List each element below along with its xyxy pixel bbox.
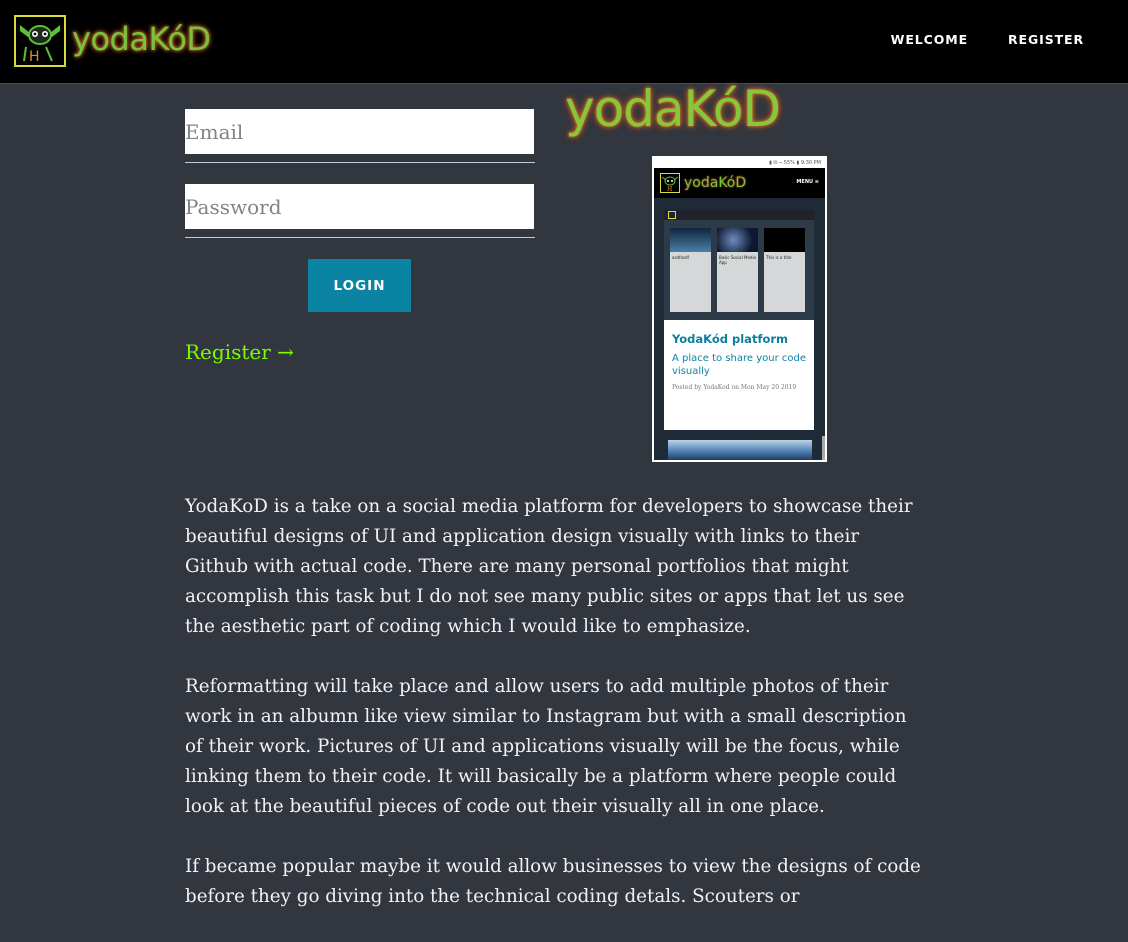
phone-screenshot: ▮ ✉ ⌁ 55% ▮ 9:30 PM H yodaKóD MENU ≡ asd…	[652, 156, 827, 462]
nav-register-link[interactable]: REGISTER	[1008, 32, 1084, 47]
main-nav: WELCOME REGISTER	[891, 32, 1084, 47]
phone-bottom-image	[668, 440, 812, 460]
card-title: This is a title	[766, 255, 792, 260]
description-paragraph: If became popular maybe it would allow b…	[185, 856, 921, 907]
password-field-wrap	[185, 184, 535, 238]
phone-inner-page: asdfasdf Basic Social Media App This is …	[664, 210, 814, 430]
phone-body: asdfasdf Basic Social Media App This is …	[654, 198, 825, 460]
phone-post-meta: Posted by YodaKod on Mon May 20 2019	[672, 384, 797, 391]
phone-logo-icon: H	[660, 173, 680, 193]
phone-inner-topbar	[664, 210, 814, 220]
svg-text:H: H	[29, 49, 40, 65]
password-input[interactable]	[185, 184, 534, 229]
brand-name: yodaKóD	[72, 20, 211, 58]
phone-post: YodaKód platform A place to share your c…	[664, 320, 814, 392]
hero-brand-logo: yodaKóD	[565, 80, 781, 138]
register-link[interactable]: Register →	[185, 340, 294, 364]
phone-post-title: YodaKód platform	[672, 332, 788, 346]
phone-card-grid: asdfasdf Basic Social Media App This is …	[664, 220, 814, 320]
login-button[interactable]: LOGIN	[308, 259, 411, 312]
brand-home-link[interactable]: H yodaKóD	[14, 15, 211, 67]
phone-scrollbar	[822, 436, 825, 460]
phone-post-subtitle: A place to share your code visually	[672, 353, 806, 377]
description-paragraph: YodaKoD is a take on a social media plat…	[185, 496, 913, 637]
card-image	[670, 228, 711, 252]
card-title: Basic Social Media App	[719, 255, 757, 265]
card-logo-icon	[764, 228, 805, 252]
top-navbar: H yodaKóD WELCOME REGISTER	[0, 0, 1128, 84]
project-description: YodaKoD is a take on a social media plat…	[185, 492, 925, 942]
phone-card: This is a title	[764, 228, 805, 312]
phone-brand-name: yodaKóD	[684, 175, 747, 191]
nav-welcome-link[interactable]: WELCOME	[891, 32, 968, 47]
email-field-wrap	[185, 109, 535, 163]
yoda-logo-icon: H	[14, 15, 66, 67]
svg-text:H: H	[667, 186, 672, 192]
phone-menu-label: MENU ≡	[796, 179, 819, 185]
phone-card: asdfasdf	[670, 228, 711, 312]
card-title: asdfasdf	[672, 255, 689, 260]
phone-navbar: H yodaKóD MENU ≡	[654, 168, 825, 198]
login-form: LOGIN	[185, 109, 535, 312]
email-input[interactable]	[185, 109, 534, 154]
card-image	[717, 228, 758, 252]
mini-logo-icon	[668, 211, 676, 219]
phone-card: Basic Social Media App	[717, 228, 758, 312]
phone-status-bar: ▮ ✉ ⌁ 55% ▮ 9:30 PM	[654, 158, 825, 168]
description-paragraph: Reformatting will take place and allow u…	[185, 676, 907, 817]
